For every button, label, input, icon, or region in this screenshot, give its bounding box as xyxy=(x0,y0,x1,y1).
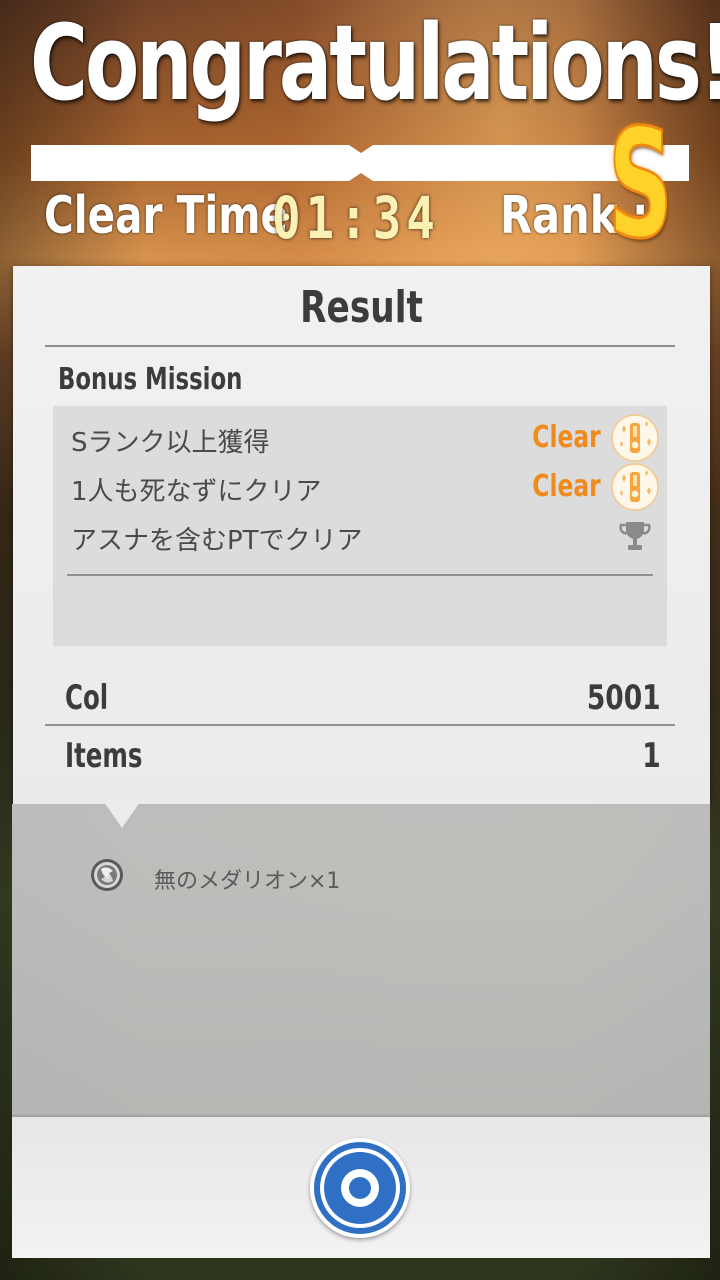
items-pointer xyxy=(104,802,140,828)
trophy-icon xyxy=(619,522,651,550)
list-item: 無のメダリオン×1 xyxy=(90,856,490,896)
bonus-mission-list: Sランク以上獲得 Clear 1人も死なずにクリア Clear アスナを含むPT… xyxy=(53,406,667,646)
title-divider-bar xyxy=(31,145,689,181)
col-label: Col xyxy=(65,678,109,718)
result-title-divider xyxy=(45,345,675,347)
medallion-icon xyxy=(91,859,123,891)
congratulations-title: Congratulations!! xyxy=(30,2,720,124)
bottom-bar xyxy=(12,1117,710,1258)
confirm-core-hole xyxy=(349,1177,371,1199)
bonus-mission-label: Bonus Mission xyxy=(58,362,243,397)
result-screen: Congratulations!! Clear Time 01:34 Rank … xyxy=(0,0,720,1280)
mission-text: アスナを含むPTでクリア xyxy=(71,526,363,556)
mission-clear-status: Clear xyxy=(532,469,601,504)
clear-time-value: 01:34 xyxy=(272,184,440,252)
items-row[interactable]: Items 1 xyxy=(53,732,671,784)
medal-icon xyxy=(611,463,659,511)
mission-list-divider xyxy=(67,574,653,576)
clear-time-label: Clear Time xyxy=(44,186,289,246)
medal-icon xyxy=(611,414,659,462)
item-name: 無のメダリオン×1 xyxy=(154,869,341,894)
result-title: Result xyxy=(300,282,423,333)
items-detail-panel: 無のメダリオン×1 xyxy=(12,802,710,1117)
rank-value: S xyxy=(607,98,674,272)
items-value: 1 xyxy=(642,736,661,776)
col-row: Col 5001 xyxy=(53,674,671,726)
mission-row: 1人も死なずにクリア Clear xyxy=(71,463,659,511)
confirm-button[interactable] xyxy=(310,1138,410,1238)
mission-text: Sランク以上獲得 xyxy=(71,428,270,458)
stat-divider xyxy=(45,724,675,726)
mission-clear-status: Clear xyxy=(532,420,601,455)
mission-row: アスナを含むPTでクリア xyxy=(71,512,659,560)
col-value: 5001 xyxy=(587,678,661,718)
mission-row: Sランク以上獲得 Clear xyxy=(71,414,659,462)
mission-text: 1人も死なずにクリア xyxy=(71,477,322,507)
items-label: Items xyxy=(65,736,143,776)
result-panel: Result Bonus Mission Sランク以上獲得 Clear 1人も死… xyxy=(13,266,710,804)
